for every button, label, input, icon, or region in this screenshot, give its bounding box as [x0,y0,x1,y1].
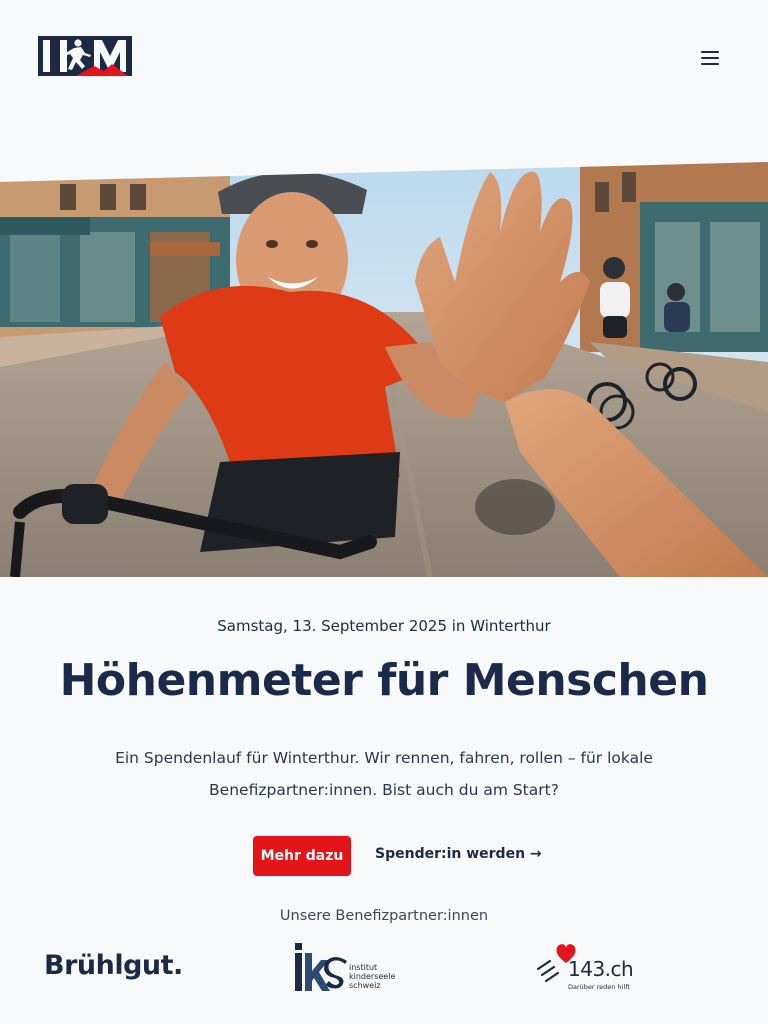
iks-logo-text: institut kinderseele schweiz [349,963,396,990]
partner-143-logo[interactable]: 143.ch Darüber reden hilft [536,943,636,995]
hamburger-menu-icon[interactable] [696,44,724,72]
intro-text: Ein Spendenlauf für Winterthur. Wir renn… [115,749,653,799]
hero-image [0,162,768,577]
event-date: Samstag, 13. September 2025 in Winterthu… [217,617,551,635]
partner-bruehlgut-logo[interactable]: Brühlgut. [44,950,183,981]
hfm-runner-logo-icon [38,36,132,76]
more-info-button[interactable]: Mehr dazu [253,836,351,876]
page-title: Höhenmeter für Menschen [59,655,709,706]
site-logo[interactable] [38,36,132,76]
partners-heading: Unsere Benefizpartner:innen [279,908,489,924]
become-donor-link[interactable]: Spender:in werden → [375,846,542,862]
iks-logo-icon [295,943,347,991]
site-header [0,0,768,110]
143-tagline: Darüber reden hilft [568,983,630,991]
partner-iks-logo[interactable]: institut kinderseele schweiz [293,943,403,993]
hero-photo [0,162,768,577]
143-logo-text: 143.ch [568,957,634,981]
